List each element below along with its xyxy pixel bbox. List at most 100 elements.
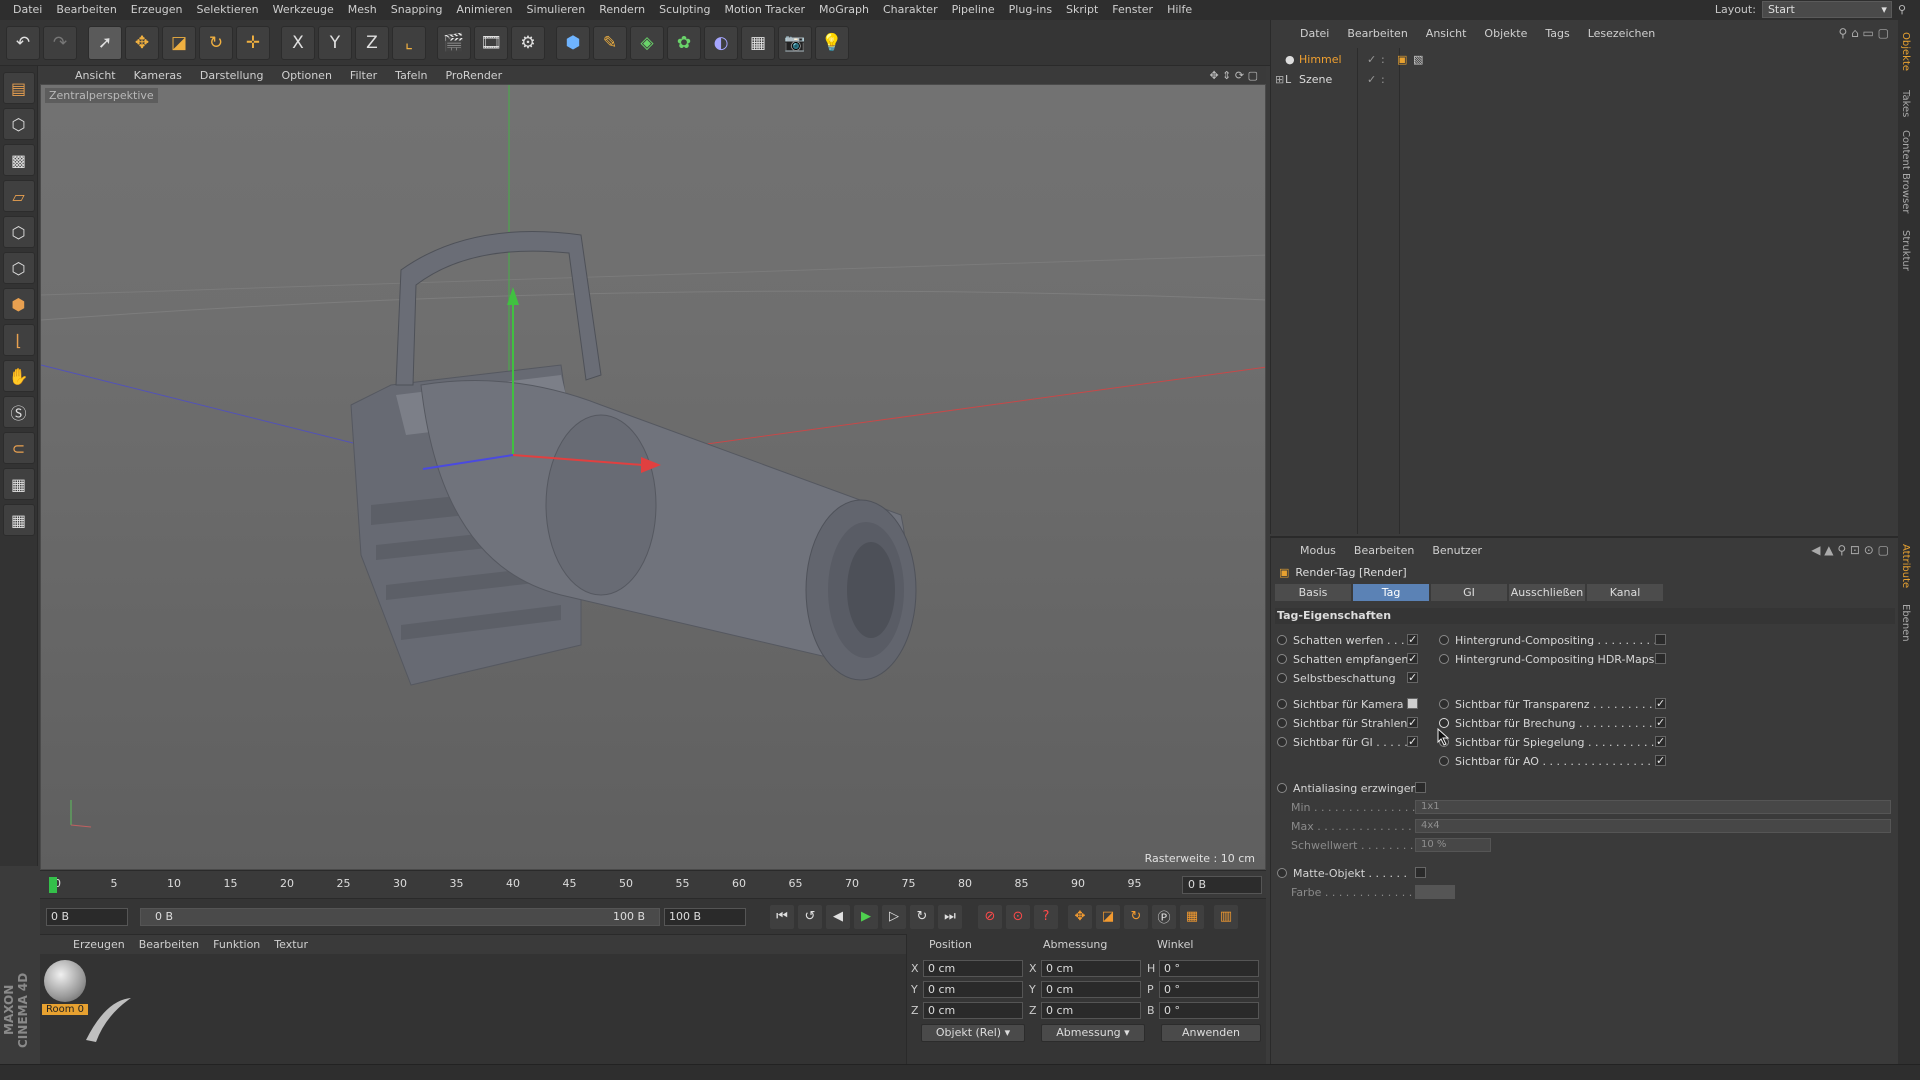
prev-key-button[interactable]: ↺ (798, 904, 822, 929)
timeline-window-button[interactable]: ▥ (1214, 904, 1238, 929)
animation-radio-icon[interactable] (1277, 868, 1287, 878)
om-header-icons[interactable]: ⚲ ⌂ ▭ ▢ (1838, 26, 1889, 40)
apply-button[interactable]: Anwenden (1161, 1024, 1261, 1042)
viewport-menu-kameras[interactable]: Kameras (125, 69, 191, 82)
am-menu-modus[interactable]: Modus (1291, 544, 1345, 557)
tab-tag[interactable]: Tag (1353, 584, 1429, 601)
points-mode-button[interactable]: ⬡ (2, 216, 35, 248)
end-frame-field[interactable]: 100 B (664, 907, 746, 926)
menu-bearbeiten[interactable]: Bearbeiten (49, 0, 123, 20)
animation-radio-icon[interactable] (1277, 718, 1287, 728)
magnet-button[interactable]: ⊂ (2, 432, 35, 464)
om-menu-lesezeichen[interactable]: Lesezeichen (1579, 27, 1665, 40)
animation-radio-icon[interactable] (1277, 737, 1287, 747)
tab-basis[interactable]: Basis (1275, 584, 1351, 601)
menu-snapping[interactable]: Snapping (384, 0, 450, 20)
menu-sculpting[interactable]: Sculpting (652, 0, 717, 20)
axis-y-button[interactable]: Y (318, 25, 352, 60)
cube-button[interactable]: ⬢ (556, 25, 590, 60)
viewport-menu-tafeln[interactable]: Tafeln (386, 69, 436, 82)
viewport-menu-prorender[interactable]: ProRender (436, 69, 511, 82)
workplane-lock-button[interactable]: ▦ (2, 468, 35, 500)
menu-skript[interactable]: Skript (1059, 0, 1105, 20)
next-key-button[interactable]: ↻ (910, 904, 934, 929)
select-tool-button[interactable]: ➚ (88, 25, 122, 60)
rotate-tool-button[interactable]: ↻ (199, 25, 233, 60)
pos-x-field[interactable]: 0 cm (923, 960, 1023, 977)
menu-werkzeuge[interactable]: Werkzeuge (266, 0, 341, 20)
next-frame-button[interactable]: ▷ (882, 904, 906, 929)
spotlight-model[interactable] (350, 231, 917, 686)
viewport-menu-filter[interactable]: Filter (341, 69, 386, 82)
menu-animieren[interactable]: Animieren (449, 0, 519, 20)
menu-fenster[interactable]: Fenster (1105, 0, 1160, 20)
edges-mode-button[interactable]: ⬡ (2, 252, 35, 284)
menu-pipeline[interactable]: Pipeline (945, 0, 1002, 20)
om-menu-tags[interactable]: Tags (1536, 27, 1578, 40)
key-pla-button[interactable]: ▦ (1180, 904, 1204, 929)
menu-motion-tracker[interactable]: Motion Tracker (718, 0, 812, 20)
checkbox-matte-objekt[interactable] (1415, 867, 1426, 878)
am-menu-bearbeiten[interactable]: Bearbeiten (1345, 544, 1423, 557)
tweak-mode-button[interactable]: ✋ (2, 360, 35, 392)
key-scale-button[interactable]: ◪ (1096, 904, 1120, 929)
om-menu-ansicht[interactable]: Ansicht (1417, 27, 1476, 40)
viewport-menu-ansicht[interactable]: Ansicht (66, 69, 125, 82)
move-tool-button[interactable]: ✥ (125, 25, 159, 60)
om-menu-objekte[interactable]: Objekte (1475, 27, 1536, 40)
checkbox-sichtbar-spiegelung[interactable]: ✓ (1655, 736, 1666, 747)
deformer-button[interactable]: ◐ (704, 25, 738, 60)
subdivision-button[interactable]: ◈ (630, 25, 664, 60)
compositing-tag-icon[interactable]: ▧ (1413, 53, 1429, 66)
workplane-button[interactable]: ▱ (2, 180, 35, 212)
checkbox-hintergrund-compositing-hdr[interactable] (1655, 653, 1666, 664)
animation-radio-icon[interactable] (1277, 699, 1287, 709)
side-tab-ebenen[interactable]: Ebenen (1900, 604, 1911, 642)
rot-b-field[interactable]: 0 ° (1159, 1002, 1259, 1019)
checkbox-sichtbar-gi[interactable]: ✓ (1407, 736, 1418, 747)
size-mode-dropdown[interactable]: Abmessung ▾ (1041, 1024, 1145, 1042)
layout-dropdown[interactable]: Start ▾ (1761, 1, 1892, 18)
side-tab-content-browser[interactable]: Content Browser (1900, 130, 1911, 213)
checkbox-sichtbar-ao[interactable]: ✓ (1655, 755, 1666, 766)
make-editable-button[interactable]: ▤ (2, 72, 35, 104)
checkbox-sichtbar-kamera[interactable] (1407, 698, 1418, 709)
menu-hilfe[interactable]: Hilfe (1160, 0, 1199, 20)
animation-radio-icon[interactable] (1277, 654, 1287, 664)
playhead-marker[interactable] (49, 877, 57, 893)
model-mode-button[interactable]: ⬡ (2, 108, 35, 140)
menu-charakter[interactable]: Charakter (876, 0, 945, 20)
animation-radio-icon[interactable] (1439, 654, 1449, 664)
min-dropdown[interactable]: 1x1 (1415, 800, 1891, 814)
render-picture-viewer-button[interactable]: 🎞 (474, 25, 508, 60)
object-row-himmel[interactable]: ● Himmel ✓ : ▣ ▧ (1275, 50, 1875, 68)
rot-h-field[interactable]: 0 ° (1159, 960, 1259, 977)
om-menu-datei[interactable]: Datei (1291, 27, 1338, 40)
checkbox-sichtbar-transparenz[interactable]: ✓ (1655, 698, 1666, 709)
axis-mode-button[interactable]: ⌊ (2, 324, 35, 356)
checkbox-schatten-werfen[interactable]: ✓ (1407, 634, 1418, 645)
play-button[interactable]: ▶ (854, 904, 878, 929)
size-x-field[interactable]: 0 cm (1041, 960, 1141, 977)
menu-selektieren[interactable]: Selektieren (190, 0, 266, 20)
menu-rendern[interactable]: Rendern (592, 0, 652, 20)
animation-radio-icon[interactable] (1439, 718, 1449, 728)
key-parameter-button[interactable]: Ⓟ (1152, 904, 1176, 929)
checkbox-schatten-empfangen[interactable]: ✓ (1407, 653, 1418, 664)
snap-button[interactable]: Ⓢ (2, 396, 35, 428)
keyframe-selection-button[interactable]: ? (1034, 904, 1058, 929)
menu-mesh[interactable]: Mesh (341, 0, 384, 20)
coordinate-mode-dropdown[interactable]: Objekt (Rel) ▾ (921, 1024, 1025, 1042)
coordinate-system-button[interactable]: ⌞ (392, 25, 426, 60)
redo-button[interactable]: ↷ (43, 25, 77, 60)
goto-end-button[interactable]: ⏭ (938, 904, 962, 929)
render-view-button[interactable]: 🎬 (437, 25, 471, 60)
grid-snap-button[interactable]: ▦ (2, 504, 35, 536)
axis-z-button[interactable]: Z (355, 25, 389, 60)
size-y-field[interactable]: 0 cm (1041, 981, 1141, 998)
search-icon[interactable]: ⚲ (1898, 3, 1906, 16)
checkbox-antialiasing[interactable] (1415, 782, 1426, 793)
animation-radio-icon[interactable] (1439, 635, 1449, 645)
am-header-icons[interactable]: ◀ ▲ ⚲ ⊡ ⊙ ▢ (1811, 543, 1889, 557)
animation-radio-icon[interactable] (1439, 699, 1449, 709)
